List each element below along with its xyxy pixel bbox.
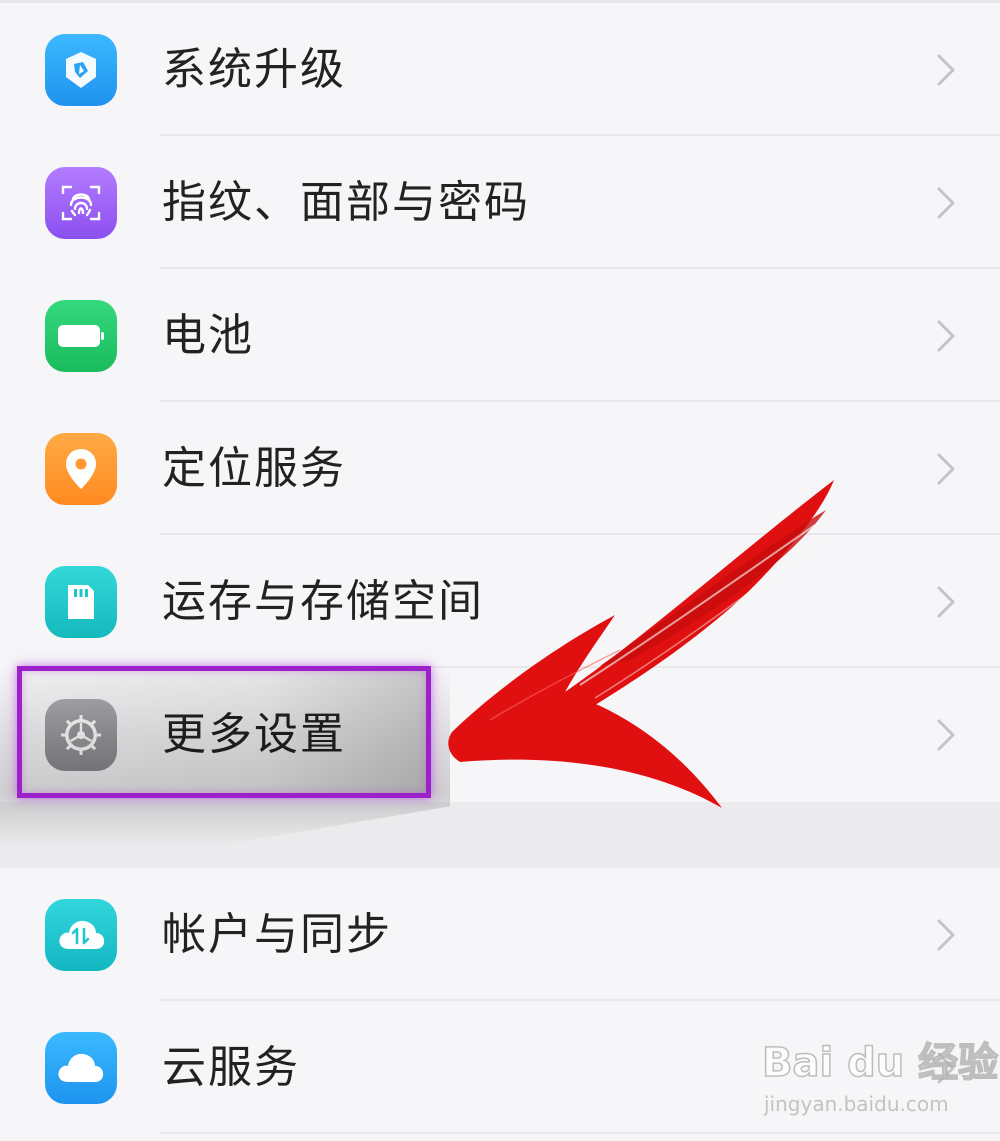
sd-card-icon [45,566,117,638]
chevron-right-icon [937,320,955,352]
settings-item-accounts-sync[interactable]: 帐户与同步 [0,868,1000,1001]
settings-item-label: 电池 [162,310,254,361]
settings-item-battery[interactable]: 电池 [0,269,1000,402]
settings-group-account: 帐户与同步 云服务 [0,868,1000,1141]
settings-item-memory-storage[interactable]: 运存与存储空间 [0,535,1000,668]
battery-icon [45,300,117,372]
settings-item-more-settings[interactable]: 更多设置 [0,668,1000,801]
group-separator [0,802,1000,868]
settings-item-location[interactable]: 定位服务 [0,402,1000,535]
cloud-icon [45,1032,117,1104]
settings-item-label: 系统升级 [162,44,346,95]
settings-item-label: 运存与存储空间 [162,576,484,627]
settings-item-label: 指纹、面部与密码 [162,177,530,228]
chevron-right-icon [937,187,955,219]
settings-item-label: 云服务 [162,1042,300,1093]
chevron-right-icon [937,54,955,86]
settings-item-label: 帐户与同步 [162,909,392,960]
chevron-right-icon [937,453,955,485]
settings-item-label: 更多设置 [162,709,346,760]
chevron-right-icon [937,719,955,751]
settings-item-system-update[interactable]: 系统升级 [0,3,1000,136]
settings-item-cloud-service[interactable]: 云服务 [0,1001,1000,1134]
settings-item-fingerprint-face-password[interactable]: 指纹、面部与密码 [0,136,1000,269]
row-divider [160,1132,1000,1134]
chevron-right-icon [937,1052,955,1084]
cloud-sync-icon [45,899,117,971]
gear-icon [45,699,117,771]
chevron-right-icon [937,586,955,618]
chevron-right-icon [937,919,955,951]
settings-item-label: 定位服务 [162,443,346,494]
system-update-icon [45,34,117,106]
settings-group-main: 系统升级 指纹、面部与密码 电池 定位服务 运存与存储空间 更多设置 [0,0,1000,802]
location-pin-icon [45,433,117,505]
fingerprint-icon [45,167,117,239]
